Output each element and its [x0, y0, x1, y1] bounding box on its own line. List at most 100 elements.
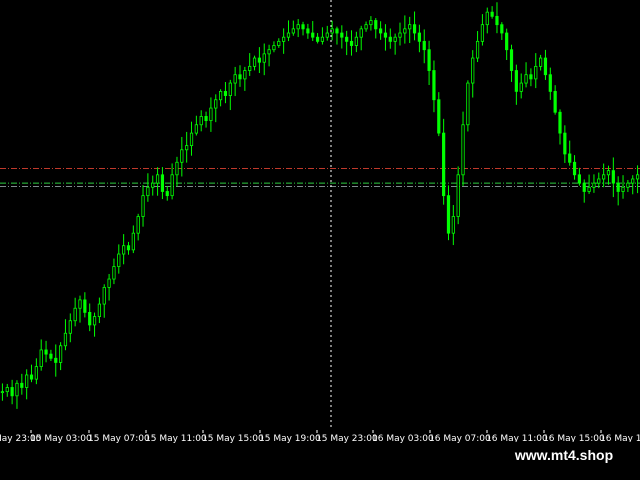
candle	[534, 53, 538, 89]
candle	[611, 157, 615, 198]
candle	[34, 358, 38, 385]
candle	[548, 67, 552, 100]
candle	[403, 15, 407, 44]
candle-body	[126, 245, 131, 251]
candle-body	[68, 320, 72, 334]
candle-body	[262, 53, 266, 63]
candle-body	[233, 74, 237, 84]
candle	[558, 109, 562, 145]
candle	[388, 28, 392, 49]
candle-body	[122, 245, 126, 255]
candle	[582, 179, 586, 203]
x-tick-label: 15 May 03:00	[30, 434, 92, 444]
candle-body	[243, 70, 247, 80]
candle	[427, 40, 431, 86]
candle	[44, 340, 48, 363]
candle-body	[0, 391, 5, 394]
candle-body	[597, 178, 601, 184]
candle	[141, 185, 145, 227]
candle	[345, 30, 349, 56]
candle-body	[548, 74, 552, 92]
candle-body	[451, 216, 455, 234]
candle	[29, 364, 34, 383]
candle	[180, 136, 184, 177]
candle-body	[204, 116, 208, 121]
candle-body	[354, 36, 358, 46]
candle-body	[5, 387, 9, 393]
candle	[466, 80, 470, 132]
candle-body	[165, 191, 169, 197]
candle	[505, 28, 509, 61]
candle-body	[25, 374, 29, 388]
candle-body	[485, 11, 489, 26]
candle	[199, 110, 203, 132]
candle-body	[383, 32, 388, 38]
candle-body	[136, 216, 140, 234]
candle-body	[170, 174, 174, 197]
candle	[524, 62, 528, 88]
candle-body	[34, 366, 38, 380]
candle	[151, 175, 155, 196]
candle-body	[97, 303, 101, 317]
candle-body	[461, 124, 465, 176]
candle	[577, 167, 581, 186]
candle-body	[558, 111, 562, 134]
candle	[204, 111, 208, 128]
chart-area[interactable]: May 23:0015 May 03:0015 May 07:0015 May …	[0, 0, 640, 480]
candle	[122, 234, 126, 265]
candle-body	[20, 382, 24, 388]
candle	[379, 21, 383, 40]
candle-body	[151, 182, 155, 188]
candle-body	[577, 174, 581, 184]
candle-body	[301, 24, 305, 30]
candle-body	[432, 70, 436, 101]
candle-body	[291, 28, 295, 34]
candle	[325, 25, 329, 41]
candle-body	[325, 32, 329, 38]
candle-body	[519, 82, 523, 92]
candle-body	[73, 307, 77, 322]
candle	[39, 339, 43, 371]
candle	[49, 349, 53, 361]
candle-body	[189, 132, 194, 147]
candle	[170, 163, 174, 200]
candle-body	[238, 74, 242, 80]
candle	[209, 97, 213, 132]
candle	[417, 24, 421, 53]
candle	[311, 21, 315, 41]
candle-body	[417, 32, 421, 42]
candle	[432, 60, 436, 113]
candle-body	[228, 82, 232, 96]
candle	[131, 225, 135, 254]
candle-body	[59, 345, 63, 363]
candle-body	[131, 232, 135, 251]
candle	[475, 31, 480, 63]
candle	[25, 369, 29, 400]
candle-body	[49, 353, 53, 359]
candle-body	[286, 32, 291, 38]
x-tick-label: 15 May 23:00	[316, 434, 378, 444]
candle	[291, 20, 295, 36]
candle-body	[39, 349, 43, 368]
candle-body	[534, 65, 538, 80]
candle	[514, 64, 518, 105]
candle	[354, 31, 358, 53]
candle	[83, 292, 87, 318]
candle-body	[374, 20, 378, 30]
candle	[20, 373, 24, 395]
candle	[214, 94, 218, 123]
price-chart[interactable]: May 23:0015 May 03:0015 May 07:0015 May …	[0, 0, 640, 446]
candle-body	[621, 186, 625, 192]
candle-body	[185, 145, 189, 151]
candle-body	[568, 153, 572, 163]
candle	[301, 21, 305, 36]
candle	[92, 312, 97, 337]
candle-body	[223, 91, 228, 96]
candle	[0, 383, 5, 401]
candle	[160, 167, 165, 200]
candle	[5, 383, 9, 397]
candle-body	[306, 28, 310, 34]
candle	[349, 30, 354, 56]
candle	[252, 55, 257, 71]
candle	[306, 23, 310, 39]
